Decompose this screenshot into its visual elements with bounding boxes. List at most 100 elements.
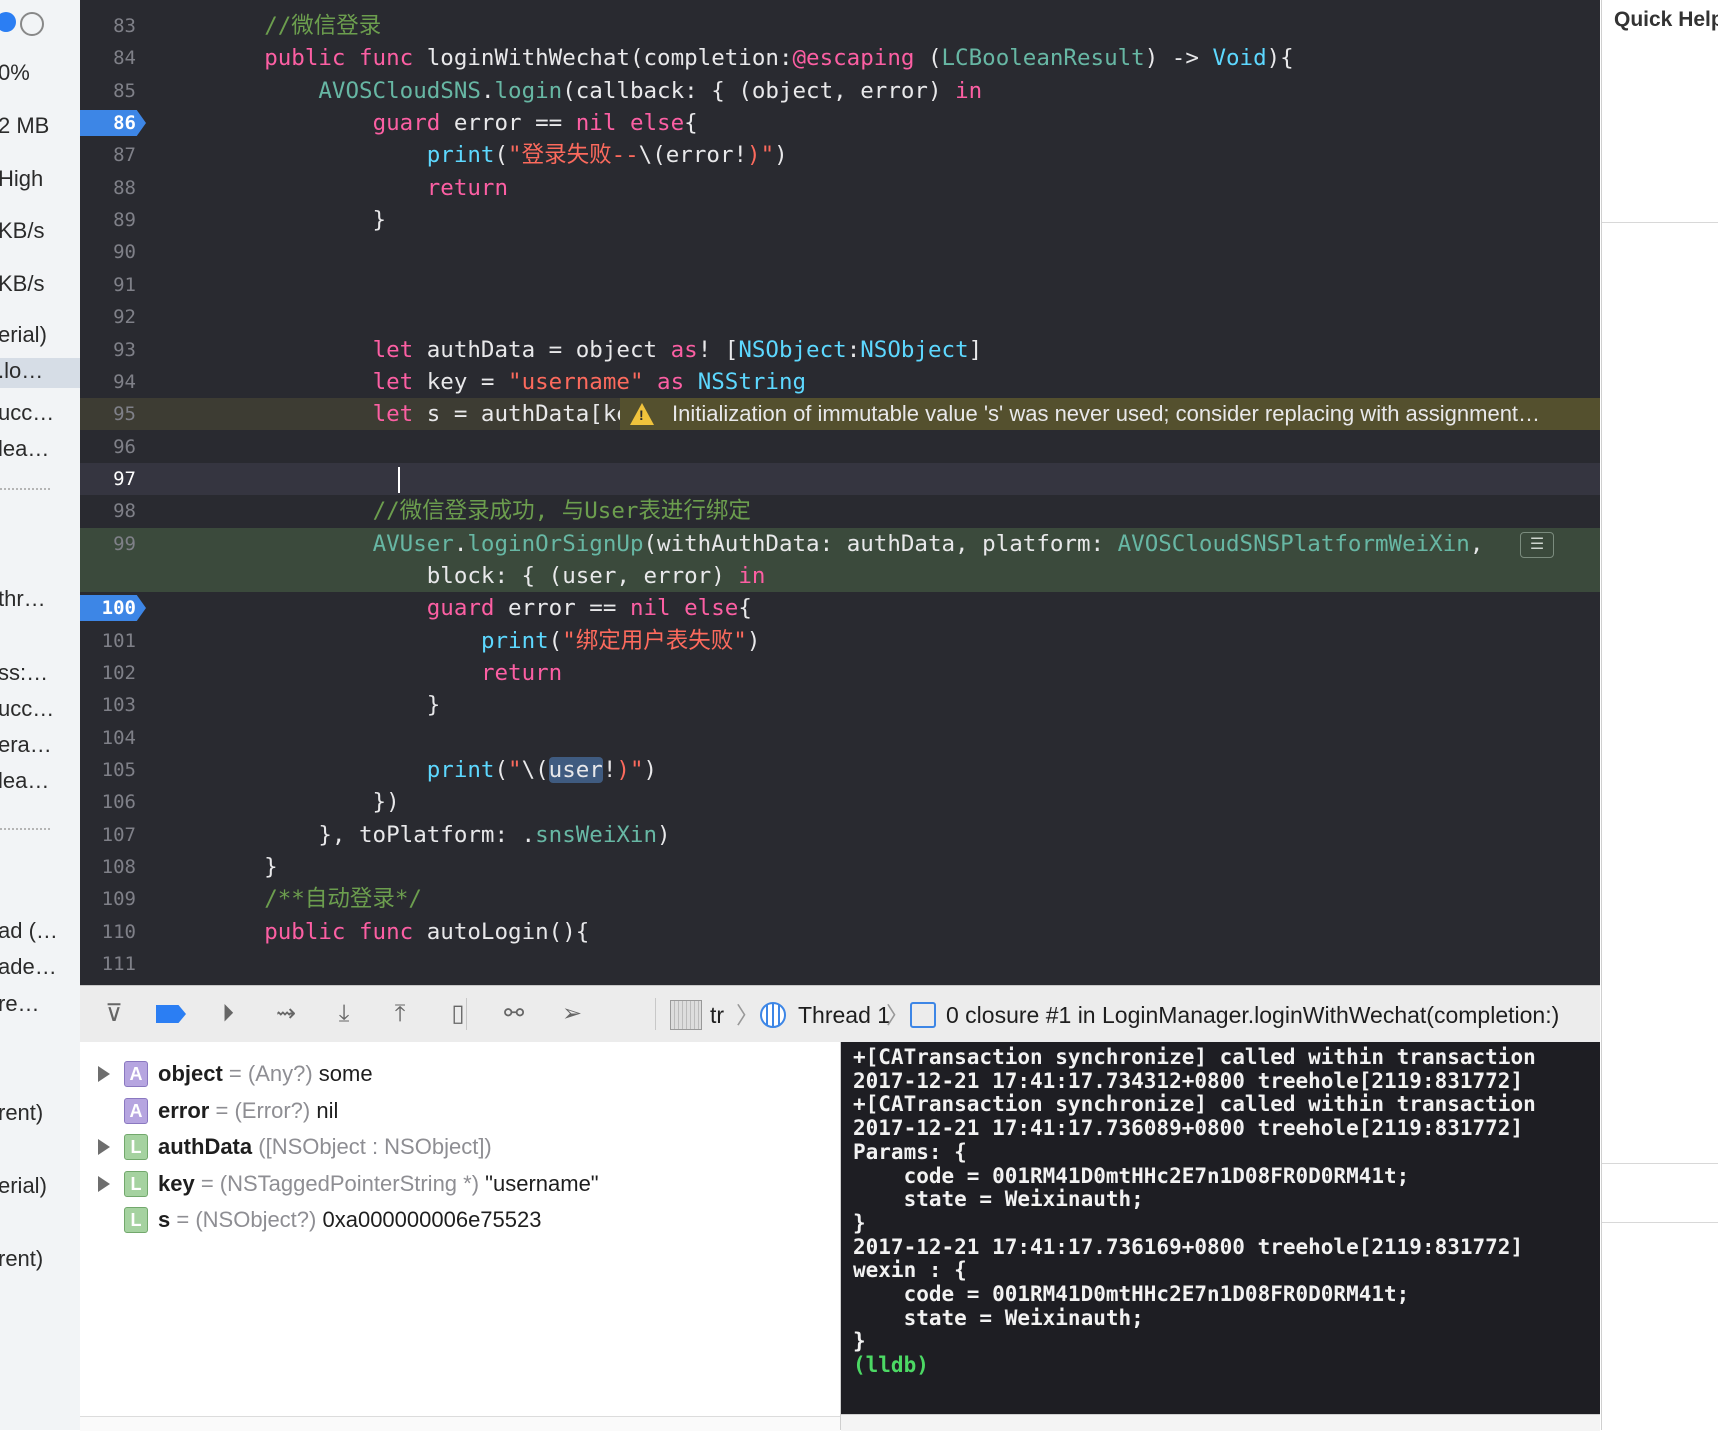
code-line[interactable]: 93 let authData = object as! [NSObject:N… (80, 334, 1600, 366)
navigator-item[interactable]: lea… (0, 436, 80, 466)
navigator-item[interactable]: KB/s (0, 218, 80, 248)
code-line[interactable]: 89 } (80, 204, 1600, 236)
step-over-icon: ⇝ (275, 1000, 297, 1027)
source-editor[interactable]: 83 //微信登录 84 public func loginWithWechat(… (80, 0, 1600, 985)
variable-row[interactable]: LauthData ([NSObject : NSObject]) (80, 1129, 840, 1165)
navigator-item[interactable]: KB/s (0, 271, 80, 301)
chevron-right-icon: 〉 (886, 1002, 909, 1028)
breadcrumb-thread[interactable]: Thread 1 (798, 1000, 890, 1030)
code-token: } (210, 692, 441, 718)
navigator-item[interactable]: rent) (0, 1246, 80, 1276)
code-line[interactable]: 98 //微信登录成功, 与User表进行绑定 (80, 495, 1600, 527)
line-number: 87 (113, 144, 136, 166)
navigator-item[interactable]: .lo… (0, 358, 80, 388)
navigator-item[interactable]: ucc… (0, 400, 80, 430)
continue-button[interactable]: ⏵ (212, 998, 244, 1030)
memory-graph-button[interactable]: ⚯ (498, 998, 530, 1030)
code-line[interactable]: 90 (80, 236, 1600, 268)
variable-row[interactable]: Ls = (NSObject?) 0xa000000006e75523 (80, 1202, 840, 1238)
warning-annotation[interactable]: ! Initialization of immutable value 's' w… (620, 398, 1600, 430)
code-line[interactable]: 96 (80, 431, 1600, 463)
code-token: func (359, 45, 414, 71)
navigator-item[interactable]: rent) (0, 1100, 80, 1130)
navigator-item[interactable]: erial) (0, 1173, 80, 1203)
code-line[interactable]: 110 public func autoLogin(){ (80, 916, 1600, 948)
breadcrumb-process[interactable]: tr (710, 1000, 724, 1030)
code-line[interactable]: 109 /**自动登录*/ (80, 883, 1600, 915)
line-number: 90 (113, 241, 136, 263)
step-into-button[interactable]: ⤓ (328, 998, 360, 1030)
variable-row[interactable]: Aobject = (Any?) some (80, 1056, 840, 1092)
code-line[interactable]: 107 }, toPlatform: .snsWeiXin) (80, 819, 1600, 851)
view-hierarchy-button[interactable]: ▯ (442, 998, 474, 1030)
code-line[interactable]: 95 let s = authData[key]! Initialization … (80, 398, 1600, 430)
code-text: block: { (user, error) in (210, 560, 766, 592)
navigator-item[interactable]: ss:… (0, 660, 80, 690)
code-line[interactable]: 102 return (80, 657, 1600, 689)
navigator-item[interactable]: re… (0, 991, 80, 1021)
disclosure-triangle-icon[interactable] (98, 1175, 110, 1192)
code-line[interactable]: 91 (80, 269, 1600, 301)
code-line[interactable]: 94 let key = "username" as NSString (80, 366, 1600, 398)
code-line[interactable]: 87 print("登录失败--\(error!)") (80, 139, 1600, 171)
user-frame-icon (910, 1002, 936, 1028)
code-token: error! (665, 142, 748, 168)
code-line[interactable]: 85 AVOSCloudSNS.login(callback: { (objec… (80, 75, 1600, 107)
breadcrumb-frame[interactable]: 0 closure #1 in LoginManager.loginWithWe… (946, 1000, 1559, 1030)
code-line[interactable]: 101 print("绑定用户表失败") (80, 625, 1600, 657)
code-text: //微信登录成功, 与User表进行绑定 (210, 495, 751, 527)
navigator-item[interactable]: era… (0, 732, 80, 762)
code-line[interactable]: 100 guard error == nil else{ (80, 592, 1600, 624)
code-token: \( (521, 757, 549, 783)
navigator-item[interactable]: 0% (0, 60, 80, 90)
hide-debug-area-button[interactable]: ⊽ (98, 998, 130, 1030)
code-line[interactable]: block: { (user, error) in (80, 560, 1600, 592)
navigator-item[interactable]: ade… (0, 954, 80, 984)
step-out-button[interactable]: ⤒ (384, 998, 416, 1030)
code-line[interactable]: 108 } (80, 851, 1600, 883)
navigator-item[interactable]: High (0, 166, 80, 196)
line-number: 106 (101, 791, 136, 813)
line-number: 94 (113, 371, 136, 393)
code-line[interactable]: 84 public func loginWithWechat(completio… (80, 42, 1600, 74)
disclosure-triangle-icon[interactable] (98, 1139, 110, 1155)
code-line[interactable]: 105 print("\(user!)") (80, 754, 1600, 786)
code-line[interactable]: 83 //微信登录 (80, 10, 1600, 42)
navigator-item[interactable]: ad (… (0, 918, 80, 948)
code-line[interactable]: 97 (80, 463, 1600, 495)
lldb-prompt[interactable]: (lldb) (853, 1352, 929, 1378)
step-into-icon: ⤓ (338, 1000, 350, 1027)
code-line[interactable]: 99 AVUser.loginOrSignUp(withAuthData: au… (80, 528, 1600, 560)
code-line[interactable]: 103 } (80, 689, 1600, 721)
code-line[interactable]: 104 (80, 722, 1600, 754)
console-line: } (853, 1329, 866, 1354)
debug-console[interactable]: +[CATransaction synchronize] called with… (841, 1042, 1600, 1414)
navigator-item[interactable]: 2 MB (0, 113, 80, 143)
step-over-button[interactable]: ⇝ (270, 998, 302, 1030)
code-line[interactable]: 92 (80, 301, 1600, 333)
code-token: ! (602, 757, 617, 783)
variable-row[interactable]: Lkey = (NSTaggedPointerString *) "userna… (80, 1166, 840, 1202)
navigator-item[interactable]: erial) (0, 322, 80, 352)
code-line[interactable]: 111 (80, 948, 1600, 980)
line-number: 104 (101, 727, 136, 749)
breakpoints-toggle-button[interactable] (154, 998, 186, 1030)
code-token: nil (629, 595, 671, 621)
code-token: snsWeiXin (535, 822, 658, 848)
simulate-location-button[interactable]: ➢ (556, 998, 588, 1030)
local-badge-icon: L (124, 1207, 148, 1233)
code-line[interactable]: 86 guard error == nil else{ (80, 107, 1600, 139)
navigator-item[interactable]: thr… (0, 586, 80, 616)
code-line[interactable]: 106 }) (80, 786, 1600, 818)
line-number: 86 (113, 112, 136, 134)
line-number: 111 (101, 953, 136, 975)
disclosure-triangle-icon[interactable] (98, 1066, 110, 1082)
code-line[interactable]: 88 return (80, 172, 1600, 204)
navigator-item[interactable]: ucc… (0, 696, 80, 726)
line-number: 85 (113, 80, 136, 102)
code-text: }, toPlatform: .snsWeiXin) (210, 819, 670, 851)
navigator-item[interactable]: lea… (0, 768, 80, 798)
variable-row[interactable]: Aerror = (Error?) nil (80, 1093, 840, 1129)
list-icon[interactable]: ☰ (1520, 532, 1554, 558)
